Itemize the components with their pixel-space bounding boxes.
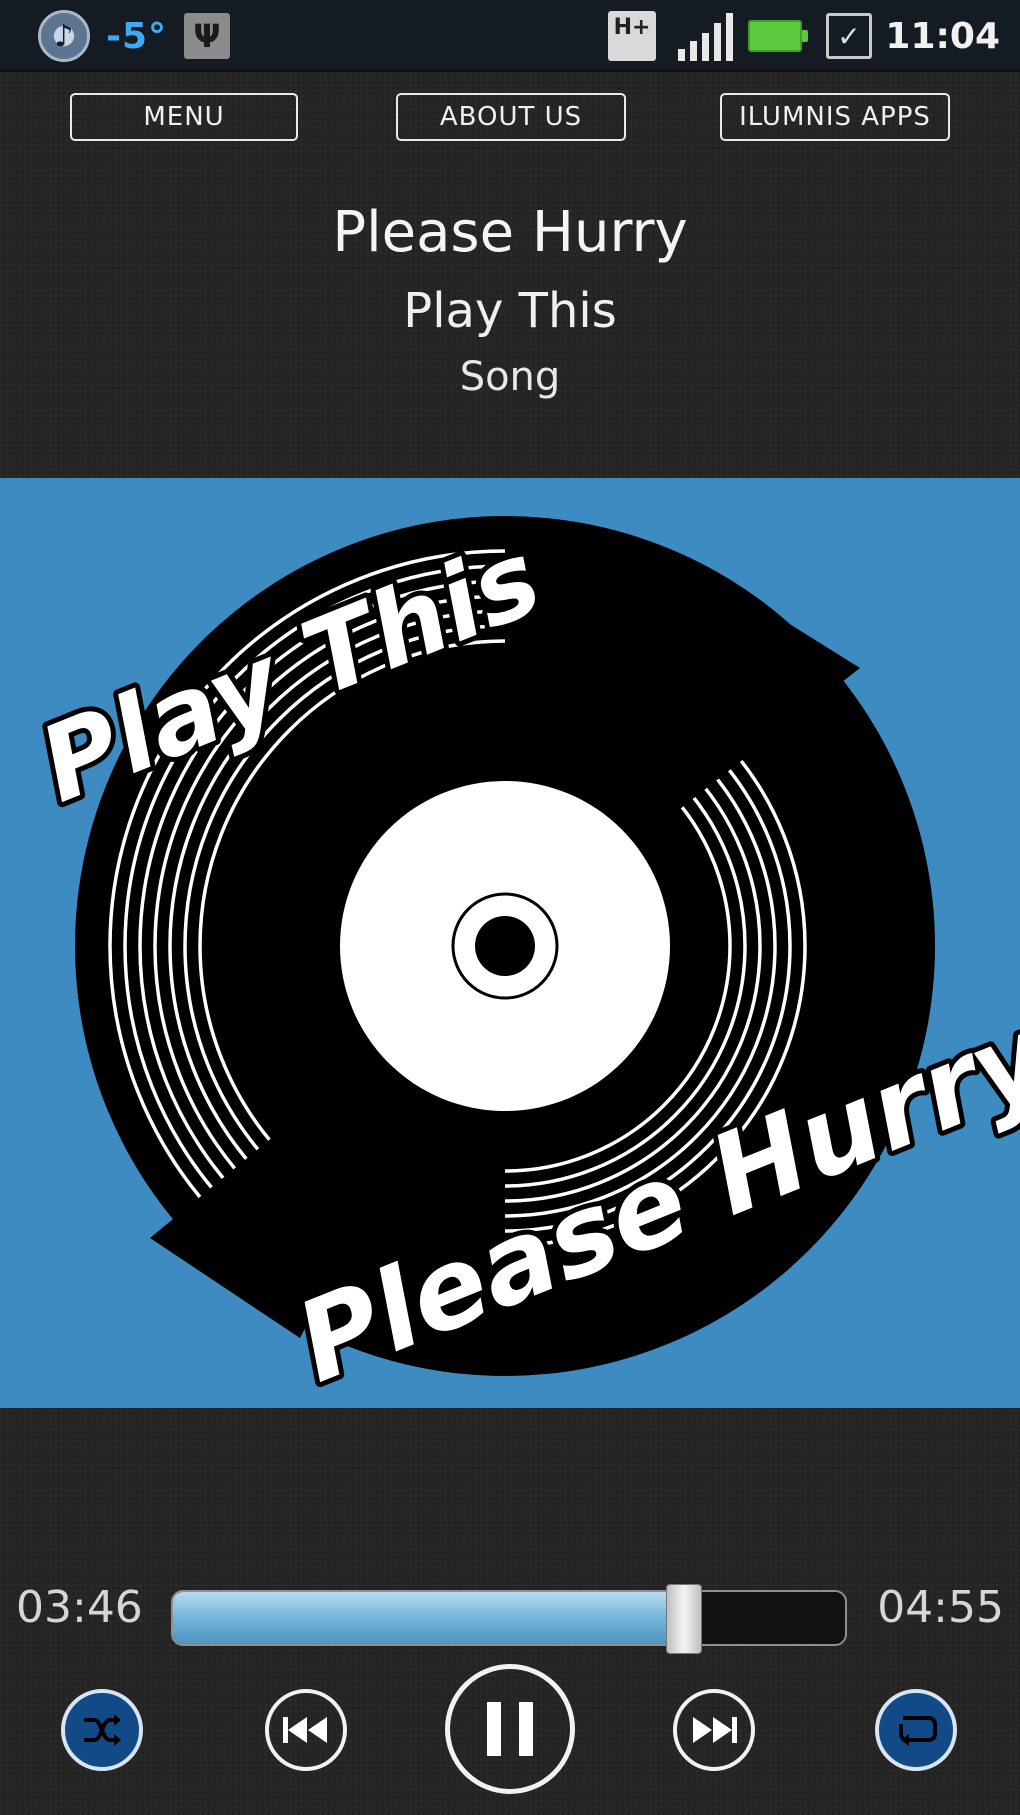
previous-button[interactable] [265, 1689, 347, 1771]
track-title: Please Hurry [332, 200, 688, 265]
network-type-label: H+ [608, 11, 656, 61]
pause-button[interactable] [445, 1664, 575, 1794]
music-notification-icon: ♪ [38, 0, 90, 72]
seek-bar[interactable] [171, 1584, 847, 1654]
network-type-icon: H+ [608, 0, 656, 72]
status-bar: ♪ -5° Ψ H+ ✓ 11:04 [0, 0, 1020, 72]
shuffle-button[interactable] [61, 1689, 143, 1771]
repeat-button[interactable] [875, 1689, 957, 1771]
vinyl-record-illustration: Play This Please Hurry [19, 511, 1020, 1408]
temperature-text: -5° [106, 15, 167, 57]
track-artist: Play This [403, 283, 617, 339]
track-info: Please Hurry Play This Song [0, 190, 1020, 408]
pause-icon [487, 1702, 533, 1756]
about-us-button[interactable]: ABOUT US [396, 93, 626, 141]
shuffle-icon [84, 1714, 121, 1746]
menu-button[interactable]: MENU [70, 93, 298, 141]
album-art: Play This Please Hurry [0, 478, 1020, 1408]
previous-icon [283, 1717, 327, 1743]
checkbox-icon: ✓ [826, 0, 872, 72]
next-button[interactable] [673, 1689, 755, 1771]
total-time: 04:55 [877, 1582, 1004, 1633]
track-album: Song [459, 354, 561, 400]
signal-icon [678, 0, 733, 72]
clock: 11:04 [885, 15, 1000, 57]
seek-bar-thumb[interactable] [665, 1584, 702, 1654]
repeat-icon [899, 1716, 937, 1746]
next-icon [693, 1717, 737, 1743]
usb-icon: Ψ [184, 0, 230, 72]
current-time: 03:46 [16, 1582, 143, 1633]
battery-icon [748, 0, 808, 72]
ilumnis-apps-button[interactable]: ILUMNIS APPS [720, 93, 950, 141]
seek-bar-progress [173, 1592, 684, 1644]
